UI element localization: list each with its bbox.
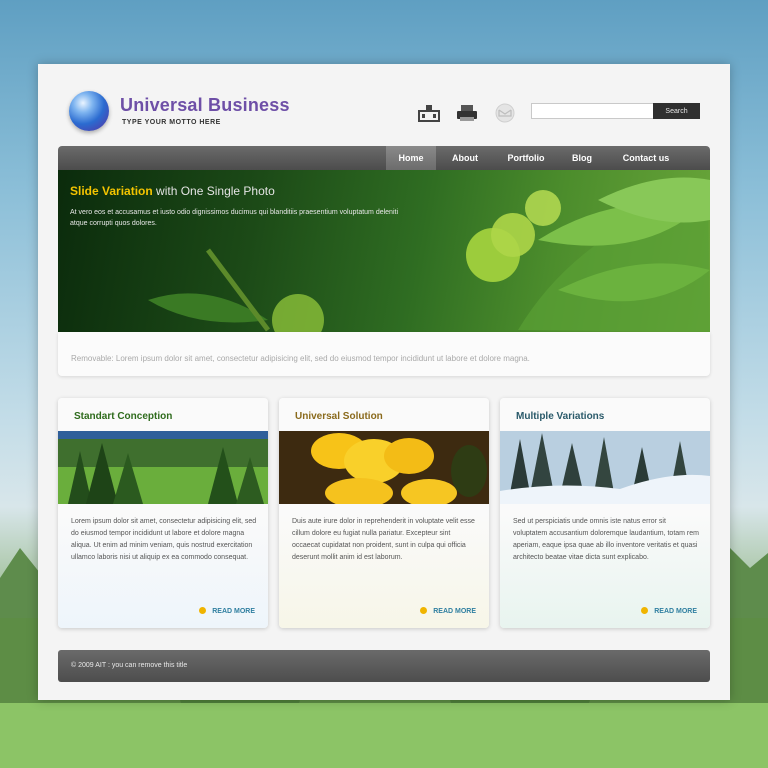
feature-title: Standart Conception xyxy=(74,411,173,422)
print-icon[interactable] xyxy=(455,102,479,124)
yellow-flowers-photo xyxy=(279,431,489,504)
nav-blog[interactable]: Blog xyxy=(562,146,602,170)
feature-box-multiple-variations: Multiple Variations Sed ut perspiciatis … xyxy=(500,398,710,628)
bullet-icon xyxy=(199,607,207,614)
brand-motto: TYPE YOUR MOTTO HERE xyxy=(122,119,221,126)
read-more-link[interactable]: READ MORE xyxy=(641,607,697,615)
brand-title[interactable]: Universal Business xyxy=(120,95,290,116)
feature-box-standart-conception: Standart Conception Lorem ipsum dolor si… xyxy=(58,398,268,628)
main-navigation: Home About Portfolio Blog Contact us xyxy=(58,146,710,170)
globe-logo-icon[interactable] xyxy=(69,91,109,131)
feature-title: Universal Solution xyxy=(295,411,383,422)
slider-banner: Slide Variation with One Single Photo At… xyxy=(58,170,710,332)
feature-box-universal-solution: Universal Solution Duis aute irure dolor… xyxy=(279,398,489,628)
bullet-icon xyxy=(641,607,649,614)
footer-bar: © 2009 AIT : you can remove this title xyxy=(58,650,710,682)
feature-title: Multiple Variations xyxy=(516,411,605,422)
search-button[interactable]: Search xyxy=(653,103,700,119)
website-page: Universal Business TYPE YOUR MOTTO HERE … xyxy=(38,64,730,700)
search-input[interactable] xyxy=(531,103,657,119)
slider-caption-bar: Removable: Lorem ipsum dolor sit amet, c… xyxy=(58,332,710,376)
home-icon[interactable] xyxy=(417,102,441,124)
read-more-link[interactable]: READ MORE xyxy=(199,607,255,615)
nav-contact-us[interactable]: Contact us xyxy=(611,146,681,170)
nav-home[interactable]: Home xyxy=(386,146,436,170)
read-more-link[interactable]: READ MORE xyxy=(420,607,476,615)
feature-text: Sed ut perspiciatis unde omnis iste natu… xyxy=(513,518,699,561)
nav-about[interactable]: About xyxy=(442,146,488,170)
mail-icon[interactable] xyxy=(493,102,517,124)
snowy-forest-photo xyxy=(500,431,710,504)
nav-portfolio[interactable]: Portfolio xyxy=(496,146,556,170)
slider-caption: Removable: Lorem ipsum dolor sit amet, c… xyxy=(71,354,530,363)
slide-text: At vero eos et accusamus et iusto odio d… xyxy=(70,209,399,227)
bullet-icon xyxy=(420,607,428,614)
feature-text: Lorem ipsum dolor sit amet, consectetur … xyxy=(71,518,257,561)
forest-photo xyxy=(58,431,268,504)
footer-copyright: © 2009 AIT : you can remove this title xyxy=(71,662,188,669)
slide-title: Slide Variation with One Single Photo xyxy=(70,184,275,198)
feature-text: Duis aute irure dolor in reprehenderit i… xyxy=(292,518,475,561)
